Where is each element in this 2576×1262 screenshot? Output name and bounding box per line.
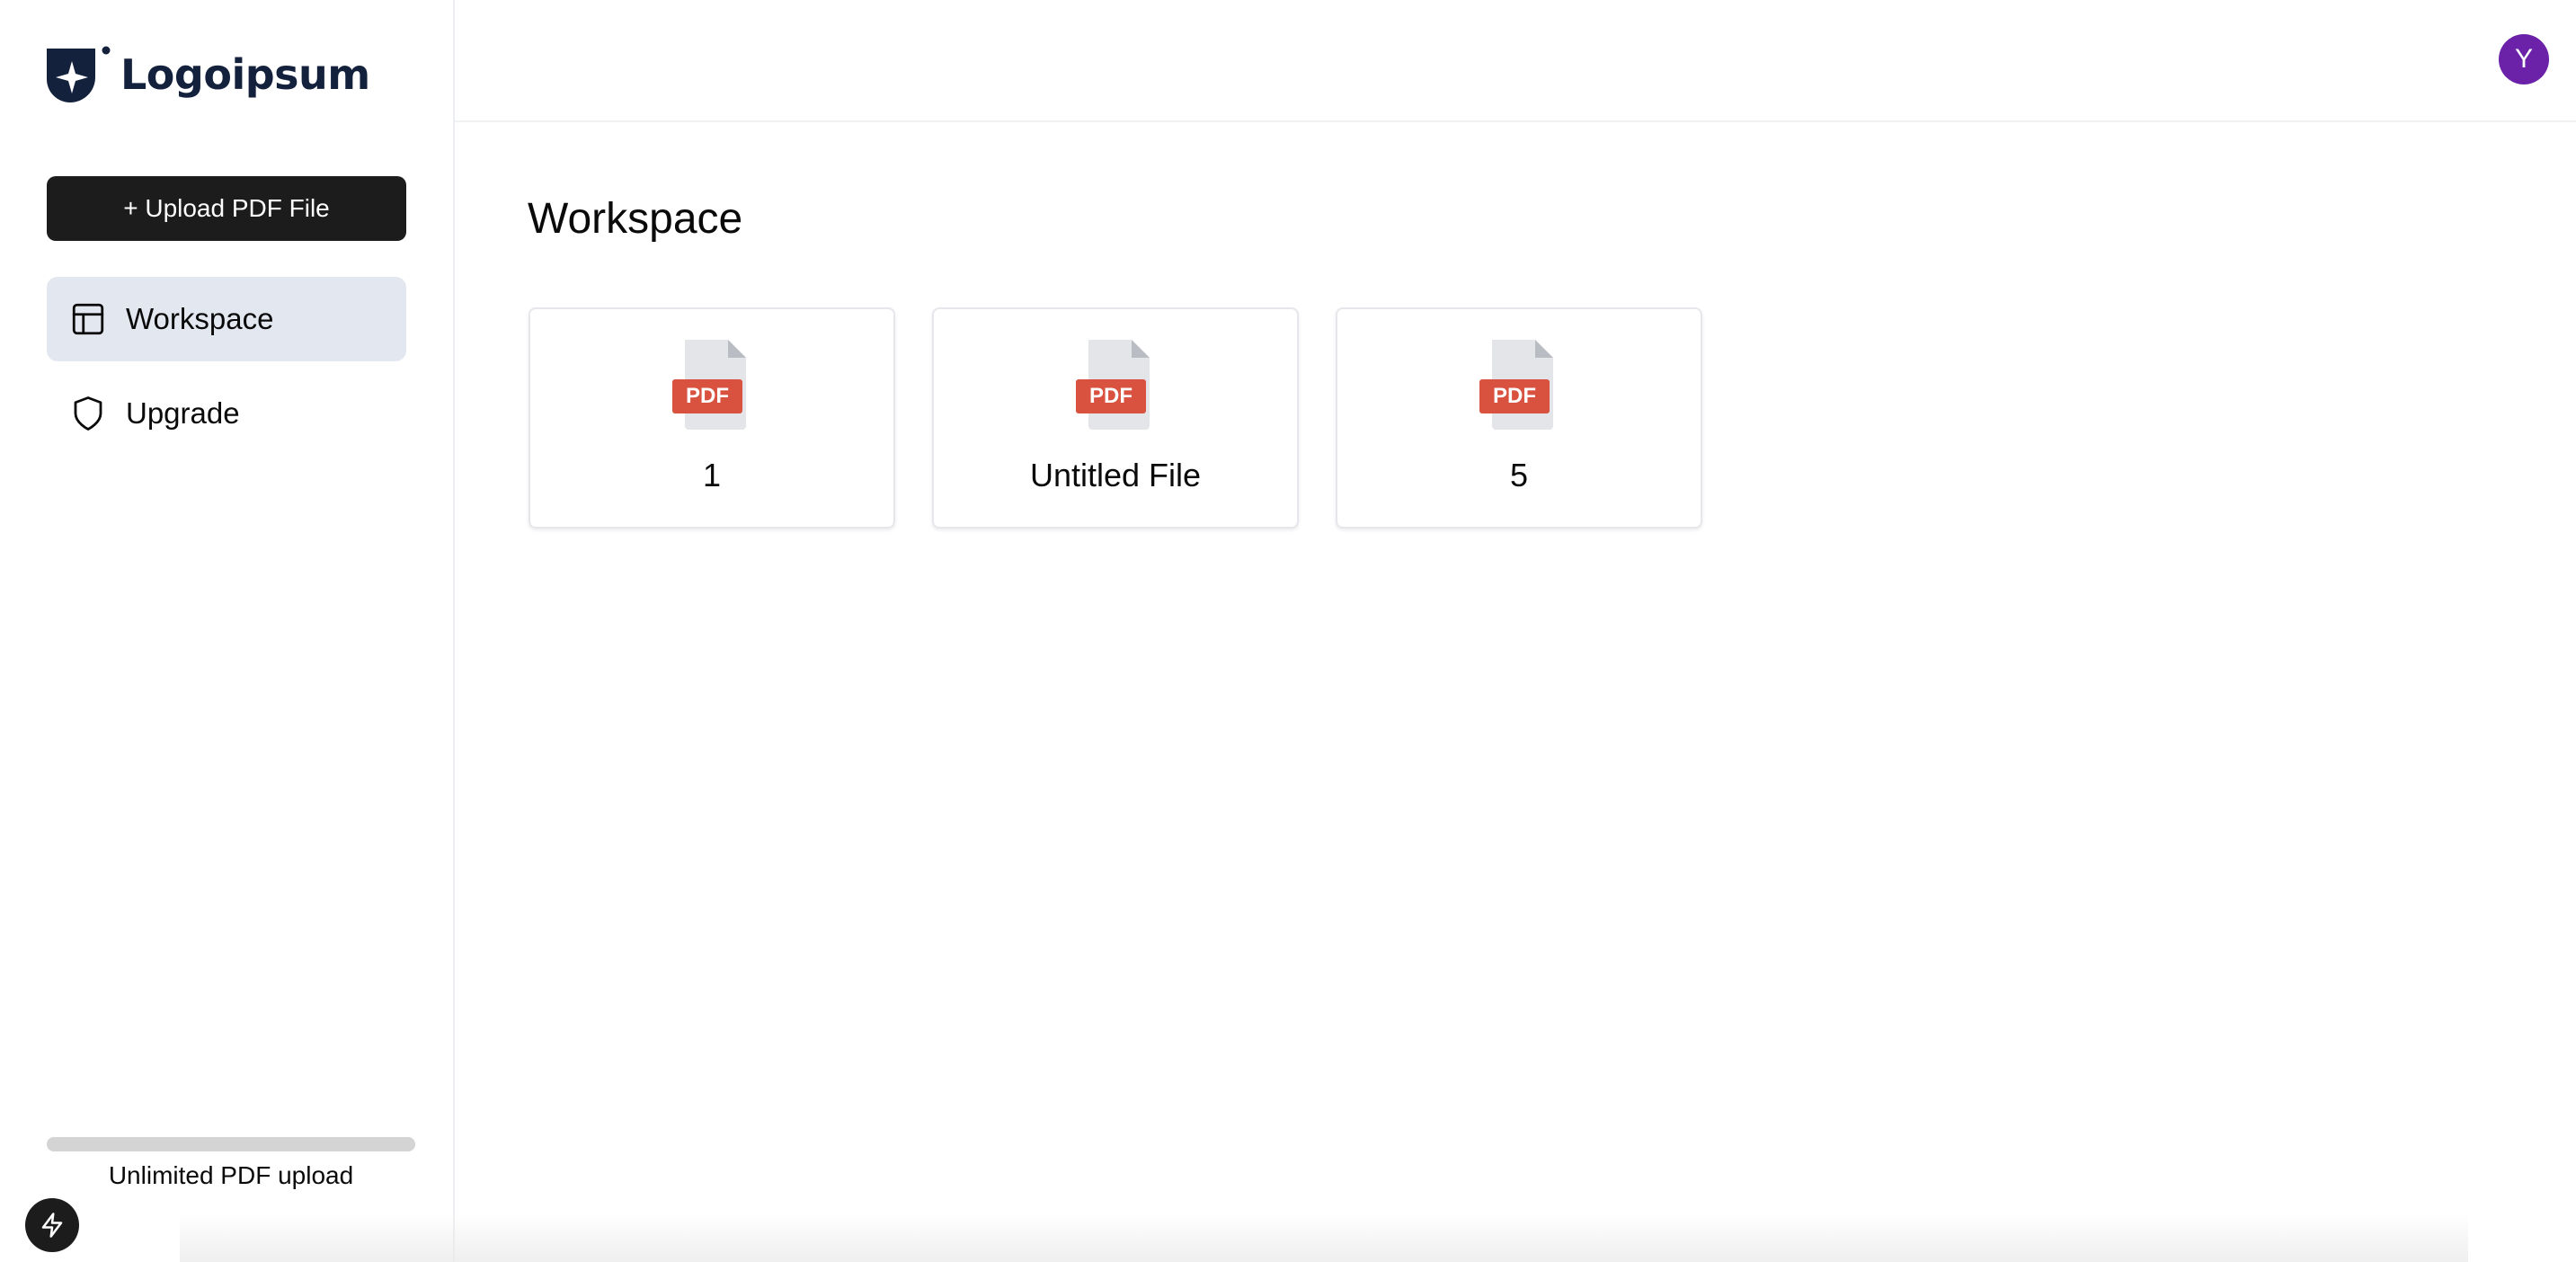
file-name: 5: [1509, 457, 1529, 493]
page-title: Workspace: [528, 195, 743, 243]
top-header: Y: [455, 0, 2576, 122]
file-grid: PDF 1 PDF Untitled File PDF 5: [529, 307, 1739, 529]
usage-progress-bar: [47, 1137, 415, 1151]
pdf-badge-text: PDF: [1089, 384, 1133, 408]
pdf-file-icon: PDF: [1479, 340, 1553, 430]
bolt-button[interactable]: [25, 1198, 79, 1252]
usage-label: Unlimited PDF upload: [108, 1161, 354, 1189]
usage-progress-fill: [47, 1137, 415, 1151]
layout-icon: [68, 299, 108, 339]
bolt-icon: [41, 1213, 63, 1238]
sidebar-item-label: Workspace: [126, 302, 274, 335]
pdf-badge-text: PDF: [1493, 384, 1536, 408]
logo[interactable]: Logoipsum: [45, 45, 370, 104]
sidebar-item-upgrade[interactable]: Upgrade: [47, 371, 406, 456]
user-avatar[interactable]: Y: [2499, 34, 2549, 84]
app-root: Logoipsum + Upload PDF File Workspace Up…: [0, 0, 2576, 1262]
upload-pdf-button[interactable]: + Upload PDF File: [47, 176, 406, 241]
logo-icon: [47, 46, 111, 102]
shield-icon: [68, 394, 108, 433]
logo-text: Logoipsum: [120, 50, 370, 99]
sidebar: Logoipsum + Upload PDF File Workspace Up…: [0, 0, 455, 1262]
file-card[interactable]: PDF 5: [1336, 307, 1702, 529]
bottom-shadow: [180, 1213, 2468, 1262]
pdf-file-icon: PDF: [1076, 340, 1150, 430]
sidebar-item-label: Upgrade: [126, 396, 240, 430]
file-card[interactable]: PDF 1: [529, 307, 895, 529]
sidebar-item-workspace[interactable]: Workspace: [47, 277, 406, 361]
file-card[interactable]: PDF Untitled File: [932, 307, 1299, 529]
file-name: Untitled File: [1029, 457, 1202, 493]
pdf-badge-text: PDF: [686, 384, 729, 408]
file-name: 1: [702, 457, 722, 493]
pdf-file-icon: PDF: [672, 340, 746, 430]
